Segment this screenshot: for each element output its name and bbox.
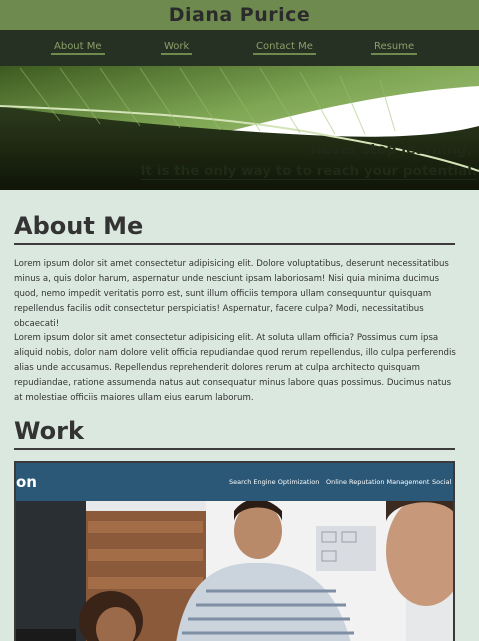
site-title: Diana Purice [168, 4, 311, 26]
hero-banner: Never stop learning. It is the only way … [0, 66, 479, 190]
project-site-brand: on [16, 473, 37, 491]
about-paragraph-2: Lorem ipsum dolor sit amet consectetur a… [14, 333, 456, 403]
hero-tagline-line1: Never stop learning. [310, 142, 472, 158]
about-heading: About Me [14, 212, 455, 245]
work-heading: Work [14, 417, 455, 450]
project-menu-item-seo: Search Engine Optimization [229, 478, 320, 486]
site-header: Diana Purice [0, 0, 479, 30]
project-menu-item-orm: Online Reputation Management [326, 478, 430, 486]
main-nav: About Me Work Contact Me Resume [0, 30, 479, 66]
nav-link-work[interactable]: Work [161, 41, 193, 55]
work-project-screenshot[interactable]: on Search Engine Optimization Online Rep… [14, 461, 455, 641]
nav-link-contact-me[interactable]: Contact Me [253, 41, 316, 55]
team-photo [16, 501, 453, 641]
project-site-navbar: on Search Engine Optimization Online Rep… [16, 463, 453, 501]
hero-tagline-line2: It is the only way to to reach your pote… [140, 163, 477, 180]
nav-link-about-me[interactable]: About Me [51, 41, 105, 55]
project-menu-item-social: Social M [432, 478, 453, 486]
about-paragraph-1: Lorem ipsum dolor sit amet consectetur a… [14, 259, 449, 329]
nav-link-resume[interactable]: Resume [371, 41, 418, 55]
